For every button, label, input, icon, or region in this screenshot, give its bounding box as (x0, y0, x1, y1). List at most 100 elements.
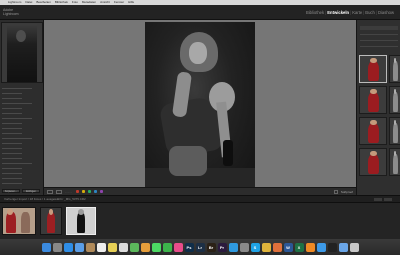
messages-icon[interactable] (151, 242, 161, 252)
photo-face (189, 42, 207, 64)
color-label-green[interactable] (87, 190, 91, 193)
navigator-preview[interactable] (1, 22, 43, 83)
filmstrip-bar: Vorheriger Import / 18 Fotos / 1 ausgewä… (0, 195, 400, 203)
list-item[interactable] (2, 178, 22, 179)
list-item[interactable] (2, 93, 22, 94)
list-item[interactable] (2, 103, 32, 104)
finder-icon[interactable] (41, 242, 51, 252)
photos-icon[interactable] (140, 242, 150, 252)
panel-divider (360, 46, 398, 47)
list-item[interactable] (2, 158, 22, 159)
variant-thumbnail[interactable] (389, 86, 400, 114)
filmstrip (0, 203, 400, 239)
softproof-checkbox[interactable] (333, 189, 338, 194)
list-item[interactable] (2, 108, 22, 109)
safari-icon[interactable] (63, 242, 73, 252)
preferences-icon[interactable] (239, 242, 249, 252)
module-tab[interactable]: Diashow (378, 10, 394, 15)
list-item[interactable] (2, 163, 32, 164)
photo-boot (223, 140, 233, 166)
lightroom-logo: Adobe Lightroom (3, 8, 19, 16)
calendar-icon[interactable] (96, 242, 106, 252)
right-panel (356, 20, 400, 195)
list-item[interactable] (2, 183, 22, 184)
reminders-icon[interactable] (118, 242, 128, 252)
filter-button[interactable] (384, 198, 392, 201)
filmstrip-thumbnail-selected[interactable] (66, 207, 96, 235)
list-item[interactable] (2, 113, 22, 114)
color-label-red[interactable] (75, 190, 79, 193)
histogram-header[interactable] (360, 26, 398, 30)
list-item[interactable] (2, 118, 32, 119)
firefox-icon[interactable] (272, 242, 282, 252)
variant-thumbnail[interactable] (359, 148, 387, 176)
list-item[interactable] (2, 168, 22, 169)
module-tab[interactable]: Karte (352, 10, 362, 15)
mac-dock: Ps Lr Br Pr S W X (0, 239, 400, 255)
appstore-icon[interactable] (228, 242, 238, 252)
list-item[interactable] (2, 88, 32, 89)
list-item[interactable] (2, 123, 22, 124)
trash-icon[interactable] (349, 242, 359, 252)
color-label-purple[interactable] (99, 190, 103, 193)
color-label-yellow[interactable] (81, 190, 85, 193)
variant-thumbnail[interactable] (359, 86, 387, 114)
logo-line2: Lightroom (3, 12, 19, 16)
itunes-icon[interactable] (173, 242, 183, 252)
module-separator: | (350, 10, 352, 15)
copy-paste-buttons: Kopieren... Einfügen (2, 189, 40, 193)
premiere-icon[interactable]: Pr (217, 242, 227, 252)
lightroom-header: Adobe Lightroom Bibliothek | Entwickeln | Ka… (0, 5, 400, 20)
before-after-button[interactable] (56, 189, 62, 194)
contacts-icon[interactable] (85, 242, 95, 252)
variant-thumbnail[interactable] (389, 148, 400, 176)
module-tab[interactable]: Buch (365, 10, 375, 15)
downloads-icon[interactable] (338, 242, 348, 252)
rating-stars[interactable]: ····· (65, 190, 73, 194)
excel-icon[interactable]: X (294, 242, 304, 252)
list-item[interactable] (2, 153, 22, 154)
vlc-icon[interactable] (305, 242, 315, 252)
launchpad-icon[interactable] (52, 242, 62, 252)
color-label-blue[interactable] (93, 190, 97, 193)
filter-button[interactable] (374, 198, 382, 201)
mail-icon[interactable] (74, 242, 84, 252)
variant-thumbnail[interactable] (359, 117, 387, 145)
filmstrip-thumbnail[interactable] (40, 207, 62, 235)
notes-icon[interactable] (107, 242, 117, 252)
terminal-icon[interactable] (327, 242, 337, 252)
variant-thumbnail[interactable] (389, 55, 400, 83)
list-item[interactable] (2, 148, 22, 149)
paste-button[interactable]: Einfügen (22, 189, 40, 193)
chrome-icon[interactable] (261, 242, 271, 252)
lightroom-icon[interactable]: Lr (195, 242, 205, 252)
filmstrip-thumbnail[interactable] (2, 207, 36, 235)
list-item[interactable] (2, 133, 22, 134)
photoshop-icon[interactable]: Ps (184, 242, 194, 252)
word-icon[interactable]: W (283, 242, 293, 252)
left-panel: Kopieren... Einfügen (0, 20, 44, 195)
filmstrip-source-path[interactable]: Vorheriger Import / 18 Fotos / 1 ausgewä… (4, 197, 86, 201)
list-item[interactable] (2, 128, 22, 129)
panel-divider (360, 34, 398, 35)
bridge-icon[interactable]: Br (206, 242, 216, 252)
maps-icon[interactable] (129, 242, 139, 252)
list-item[interactable] (2, 143, 22, 144)
skype-icon[interactable]: S (250, 242, 260, 252)
navigator-photo (7, 23, 37, 82)
list-item[interactable] (2, 173, 22, 174)
list-item[interactable] (2, 138, 32, 139)
main-photo[interactable] (145, 22, 255, 188)
facetime-icon[interactable] (162, 242, 172, 252)
module-separator: | (375, 10, 377, 15)
photo-canvas[interactable] (44, 20, 356, 188)
module-picker: Bibliothek | Entwickeln | Karte | Buch | Diashow (306, 10, 394, 15)
list-item[interactable] (2, 98, 22, 99)
variant-thumbnail[interactable] (389, 117, 400, 145)
dropbox-icon[interactable] (316, 242, 326, 252)
module-tab[interactable]: Bibliothek (306, 10, 324, 15)
module-tab[interactable]: Entwickeln (327, 10, 349, 15)
copy-button[interactable]: Kopieren... (2, 189, 20, 193)
loupe-view-button[interactable] (47, 189, 53, 194)
variant-thumbnail[interactable] (359, 55, 387, 83)
